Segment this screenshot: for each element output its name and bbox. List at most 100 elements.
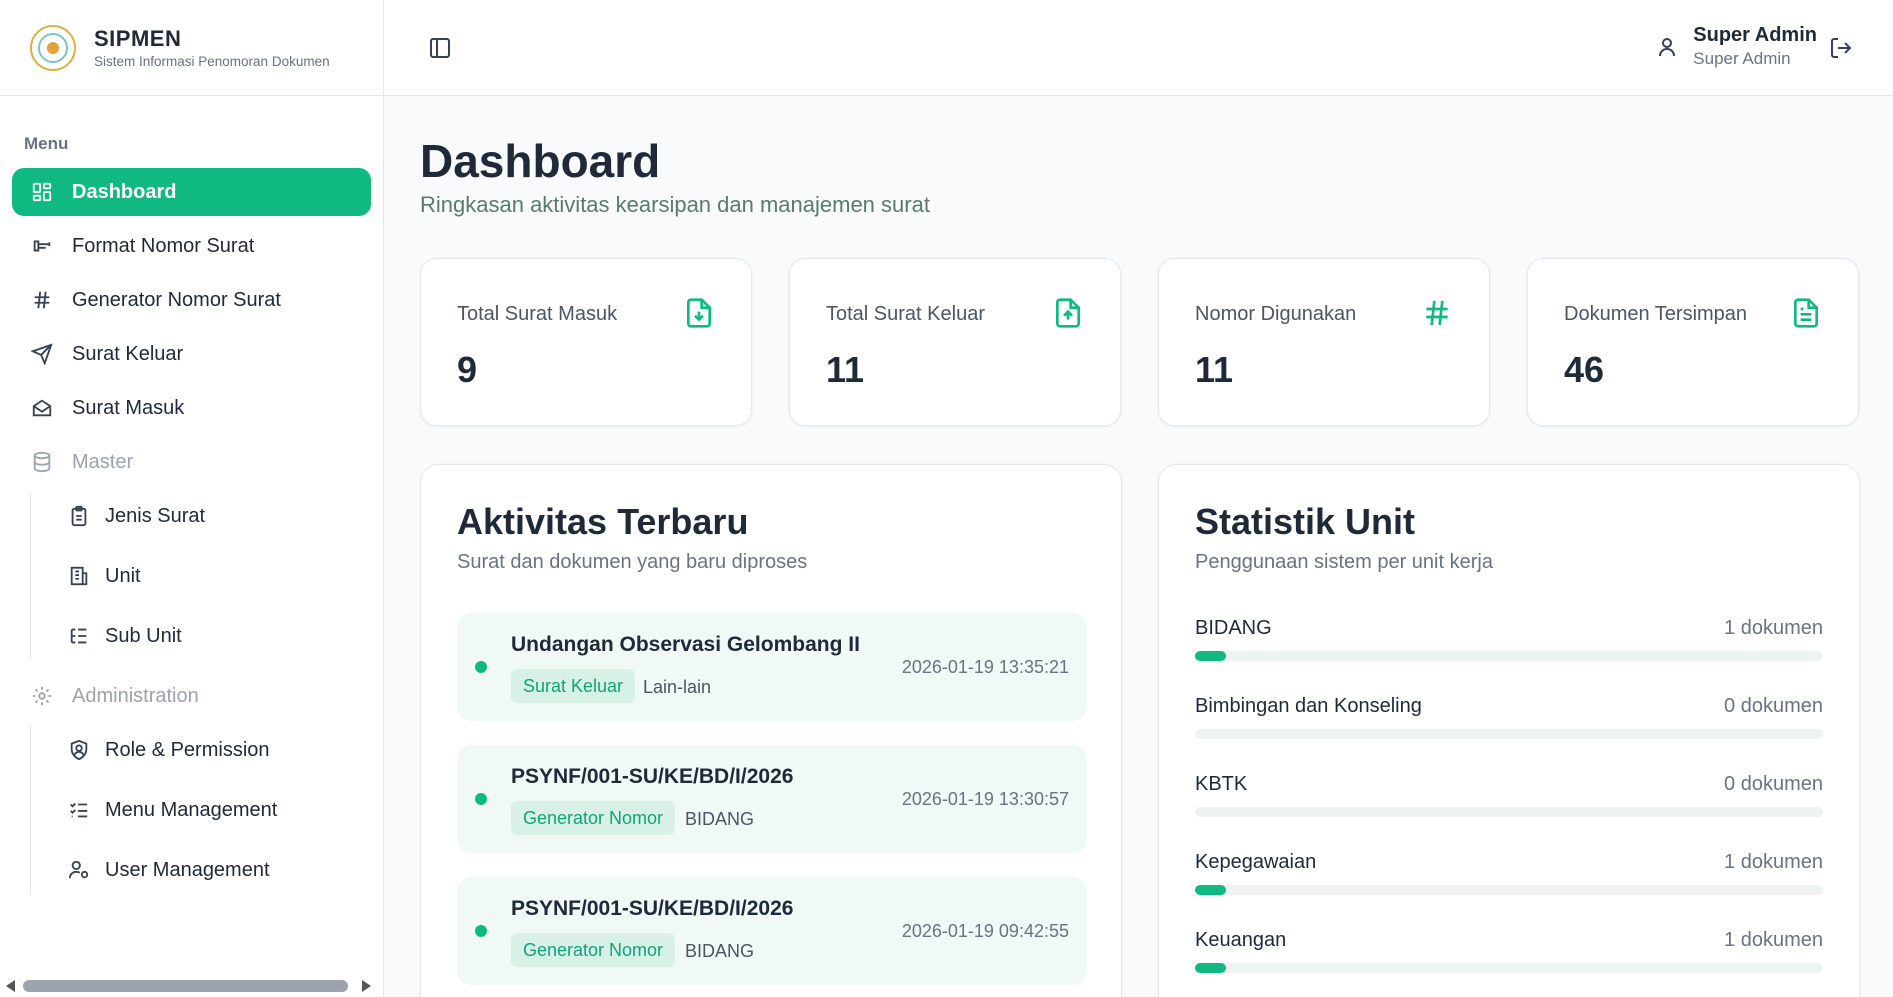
sidebar-item-label: Dashboard [72,180,177,203]
unit-progress-fill [1195,651,1227,661]
shield-user-icon [67,738,91,762]
unit-progress-track [1195,807,1823,817]
unit-progress-track [1195,651,1823,661]
list-check-icon [67,798,91,822]
unit-stats-card: Statistik Unit Penggunaan sistem per uni… [1158,464,1860,997]
user-cog-icon [67,858,91,882]
menu-label: Menu [24,134,69,153]
clipboard-icon [67,504,91,528]
sidebar-item-generator-nomor-surat[interactable]: Generator Nomor Surat [12,276,371,324]
sidebar-group-label: Master [72,450,134,473]
master-submenu: Jenis Surat Unit Sub Unit [30,492,371,660]
list-tree-icon [67,624,91,648]
gear-icon [30,684,54,708]
sidebar-group-label: Administration [72,684,199,707]
unit-progress-track [1195,885,1823,895]
stat-value: 46 [1564,349,1605,390]
sidebar-item-label: Surat Keluar [72,342,184,365]
database-icon [30,450,54,474]
unit-row: Keuangan 1 dokumen [1195,929,1823,973]
page-subtitle: Ringkasan aktivitas kearsipan dan manaje… [420,192,930,217]
user-role: Super Admin [1693,49,1791,68]
stat-label: Total Surat Keluar [826,303,985,325]
logo [30,24,76,71]
sidebar-horizontal-scrollbar[interactable] [0,975,383,997]
sidebar-item-label: Generator Nomor Surat [72,288,281,311]
activity-item-tag: Surat Keluar [511,669,636,703]
activity-item-time: 2026-01-19 13:35:21 [901,657,1069,677]
sidebar-item-format-nomor-surat[interactable]: Format Nomor Surat [12,222,371,270]
dashboard-icon [30,180,54,204]
file-download-icon [683,297,715,329]
format-icon [30,234,54,258]
activity-item-tag: Generator Nomor [511,801,676,835]
sidebar-item-dashboard[interactable]: Dashboard [12,168,371,216]
user-name: Super Admin [1693,24,1817,46]
activity-card: Aktivitas Terbaru Surat dan dokumen yang… [420,464,1122,997]
page-title: Dashboard [420,135,661,187]
activity-item-tag: Generator Nomor [511,933,676,967]
sidebar-item-sub-unit[interactable]: Sub Unit [67,612,371,660]
activity-item-time: 2026-01-19 13:30:57 [901,789,1069,809]
scrollbar-thumb[interactable] [23,980,348,992]
stat-label: Nomor Digunakan [1195,303,1357,325]
scroll-left-icon[interactable] [6,980,15,992]
hash-icon [30,288,54,312]
unit-progress-track [1195,729,1823,739]
unit-count: 1 dokumen [1724,617,1823,639]
unit-count: 0 dokumen [1724,773,1823,795]
hash-icon [1421,297,1453,329]
activity-item-category: BIDANG [685,941,755,961]
sidebar-item-jenis-surat[interactable]: Jenis Surat [67,492,371,540]
activity-item-category: BIDANG [685,809,755,829]
brand[interactable]: SIPMEN Sistem Informasi Penomoran Dokume… [0,0,383,96]
file-text-icon [1790,297,1822,329]
inbox-icon [30,396,54,420]
unit-row: BIDANG 1 dokumen [1195,617,1823,661]
sidebar-toggle-icon[interactable] [428,36,452,60]
stat-card-surat-keluar: Total Surat Keluar 11 [789,258,1121,426]
activity-item-time: 2026-01-19 09:42:55 [901,921,1069,941]
sidebar-item-label: Menu Management [105,798,278,821]
stat-card-dokumen-tersimpan: Dokumen Tersimpan 46 [1527,258,1859,426]
unit-row: Kepegawaian 1 dokumen [1195,851,1823,895]
sidebar-item-menu-management[interactable]: Menu Management [67,786,371,834]
stat-card-surat-masuk: Total Surat Masuk 9 [420,258,752,426]
sidebar-item-label: Role & Permission [105,738,270,761]
unit-row: KBTK 0 dokumen [1195,773,1823,817]
stat-card-nomor-digunakan: Nomor Digunakan 11 [1158,258,1490,426]
sidebar-item-unit[interactable]: Unit [67,552,371,600]
unit-progress-track [1195,963,1823,973]
status-dot [475,793,487,805]
sidebar-item-label: Jenis Surat [105,504,206,527]
sidebar: SIPMEN Sistem Informasi Penomoran Dokume… [0,0,384,997]
sidebar-nav: Dashboard Format Nomor Surat Generator N… [12,168,371,906]
activity-item[interactable]: PSYNF/001-SU/KE/BD/I/2026 Generator Nomo… [457,745,1087,853]
activity-item-category: Lain-lain [643,677,712,697]
stat-value: 11 [826,349,865,390]
sidebar-item-role-permission[interactable]: Role & Permission [67,726,371,774]
logout-icon[interactable] [1829,36,1853,60]
sidebar-item-surat-masuk[interactable]: Surat Masuk [12,384,371,432]
user-menu[interactable]: Super Admin Super Admin [1655,24,1817,69]
sidebar-group-master[interactable]: Master [12,438,371,486]
file-upload-icon [1052,297,1084,329]
unit-count: 1 dokumen [1724,929,1823,951]
scroll-right-icon[interactable] [362,980,371,992]
activity-item-title: PSYNF/001-SU/KE/BD/I/2026 [511,897,794,920]
sidebar-item-surat-keluar[interactable]: Surat Keluar [12,330,371,378]
sidebar-item-user-management[interactable]: User Management [67,846,371,894]
unit-stats-title: Statistik Unit [1195,501,1416,542]
sidebar-item-label: Format Nomor Surat [72,234,255,257]
unit-progress-fill [1195,963,1227,973]
send-icon [30,342,54,366]
unit-progress-fill [1195,885,1227,895]
topbar: Super Admin Super Admin [384,0,1893,96]
activity-item[interactable]: Undangan Observasi Gelombang II Surat Ke… [457,613,1087,721]
unit-count: 1 dokumen [1724,851,1823,873]
activity-item[interactable]: PSYNF/001-SU/KE/BD/I/2026 Generator Nomo… [457,877,1087,985]
stat-value: 9 [457,349,478,390]
stat-label: Total Surat Masuk [457,303,618,325]
sidebar-group-administration[interactable]: Administration [12,672,371,720]
brand-title: SIPMEN [94,26,182,51]
